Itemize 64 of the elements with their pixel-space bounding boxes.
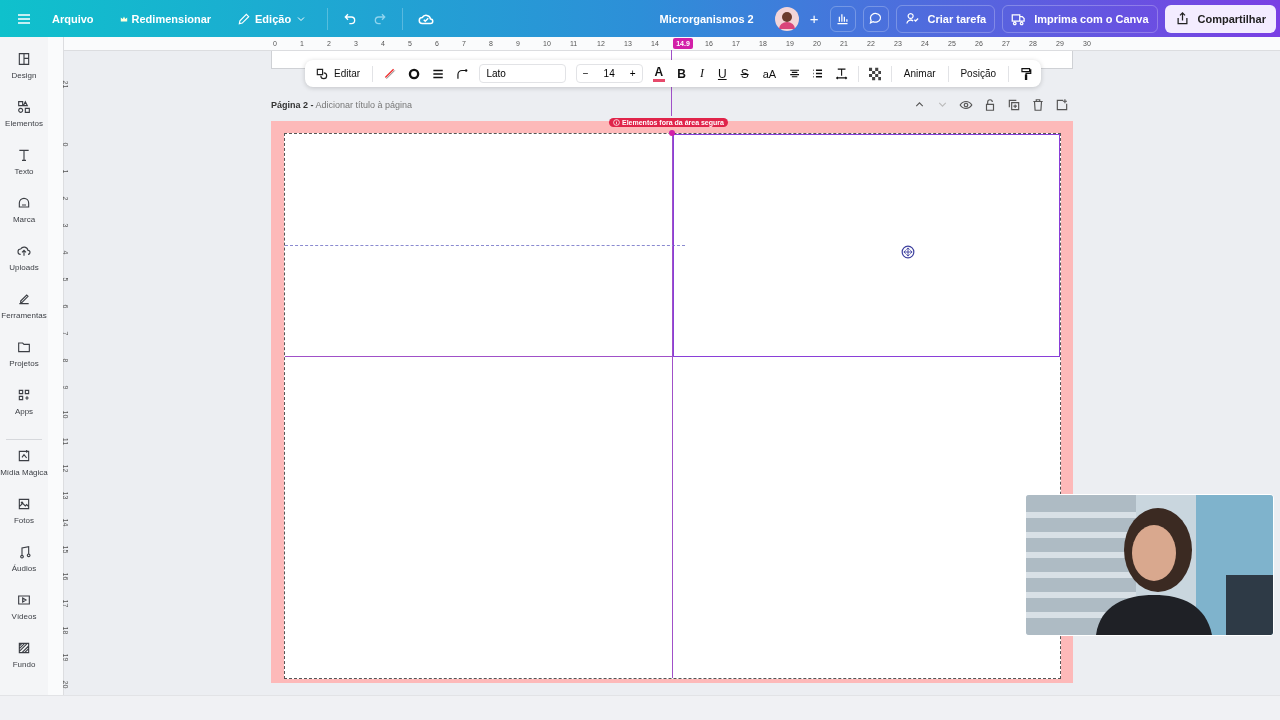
create-task-button[interactable]: Criar tarefa [895, 4, 996, 33]
folder-icon [16, 339, 32, 355]
info-icon [613, 119, 620, 126]
format-button[interactable]: U [715, 66, 729, 81]
share-icon [1174, 11, 1190, 26]
bar-chart-icon [835, 11, 850, 26]
duplicate-icon[interactable] [1007, 98, 1021, 112]
format-button[interactable]: I [697, 66, 706, 81]
add-collaborator-button[interactable]: + [805, 10, 823, 27]
lock-icon[interactable] [983, 98, 997, 112]
eye-icon[interactable] [959, 98, 973, 112]
sidebar-item[interactable]: Projetos [0, 339, 48, 387]
share-button[interactable]: Compartilhar [1164, 4, 1276, 33]
truck-icon [1011, 11, 1027, 26]
sidebar-item[interactable]: Elementos [0, 99, 48, 147]
comment-button[interactable] [862, 5, 889, 32]
page-title-field[interactable]: Página 2 - Adicionar título à página [271, 100, 413, 110]
sidebar-item[interactable]: Fotos [0, 496, 48, 544]
print-button[interactable]: Imprima com o Canva [1002, 4, 1158, 33]
animate-button[interactable]: Animar [901, 68, 938, 79]
sidebar-item[interactable]: Vídeos [0, 592, 48, 640]
sidebar-item[interactable]: Uploads [0, 243, 48, 291]
spacing-icon[interactable] [834, 66, 848, 81]
selected-table-cell[interactable] [673, 134, 1060, 357]
sidebar-item[interactable]: Áudios [0, 544, 48, 592]
guide-line [671, 50, 672, 116]
upload-icon [16, 243, 32, 259]
format-button[interactable]: S [738, 66, 751, 81]
magic-image-icon [16, 448, 32, 464]
sidebar-item[interactable]: Mídia Mágica [0, 448, 48, 496]
text-color-button[interactable]: A [652, 65, 666, 82]
pen-icon [16, 291, 32, 307]
pencil-icon [237, 11, 252, 26]
shapes-icon [16, 99, 32, 115]
sidebar-item[interactable]: Apps [0, 387, 48, 435]
edit-button[interactable]: Editar [313, 66, 363, 81]
text-icon [16, 147, 32, 163]
brand-kit-icon [16, 195, 32, 211]
trash-icon[interactable] [1031, 98, 1045, 112]
layout-icon [16, 51, 32, 67]
position-button[interactable]: Posição [958, 68, 998, 79]
person-check-icon [904, 11, 920, 26]
image-icon [16, 496, 32, 512]
apps-icon [16, 387, 32, 403]
transparency-icon[interactable] [868, 66, 881, 81]
video-icon [16, 592, 32, 608]
sidebar-item[interactable]: Marca [0, 195, 48, 243]
sidebar-item[interactable]: Ferramentas [0, 291, 48, 339]
paint-roller-icon[interactable] [1018, 65, 1033, 82]
format-button[interactable]: aA [760, 67, 779, 80]
insights-button[interactable] [829, 5, 856, 32]
speech-bubble-icon [868, 11, 883, 26]
move-handle-icon[interactable] [901, 245, 915, 259]
pattern-icon [16, 640, 32, 656]
add-page-icon[interactable] [1055, 98, 1069, 112]
format-button[interactable]: B [675, 66, 688, 81]
avatar[interactable] [774, 6, 799, 31]
design-title[interactable]: Microrganismos 2 [659, 12, 754, 25]
sidebar-item[interactable]: Fundo [0, 640, 48, 688]
sidebar-item[interactable]: Design [0, 51, 48, 99]
font-size-field[interactable]: − 14 + [575, 64, 643, 83]
sidebar-item[interactable]: Texto [0, 147, 48, 195]
edit-shape-icon [315, 66, 329, 81]
font-field[interactable]: Lato [479, 64, 566, 83]
